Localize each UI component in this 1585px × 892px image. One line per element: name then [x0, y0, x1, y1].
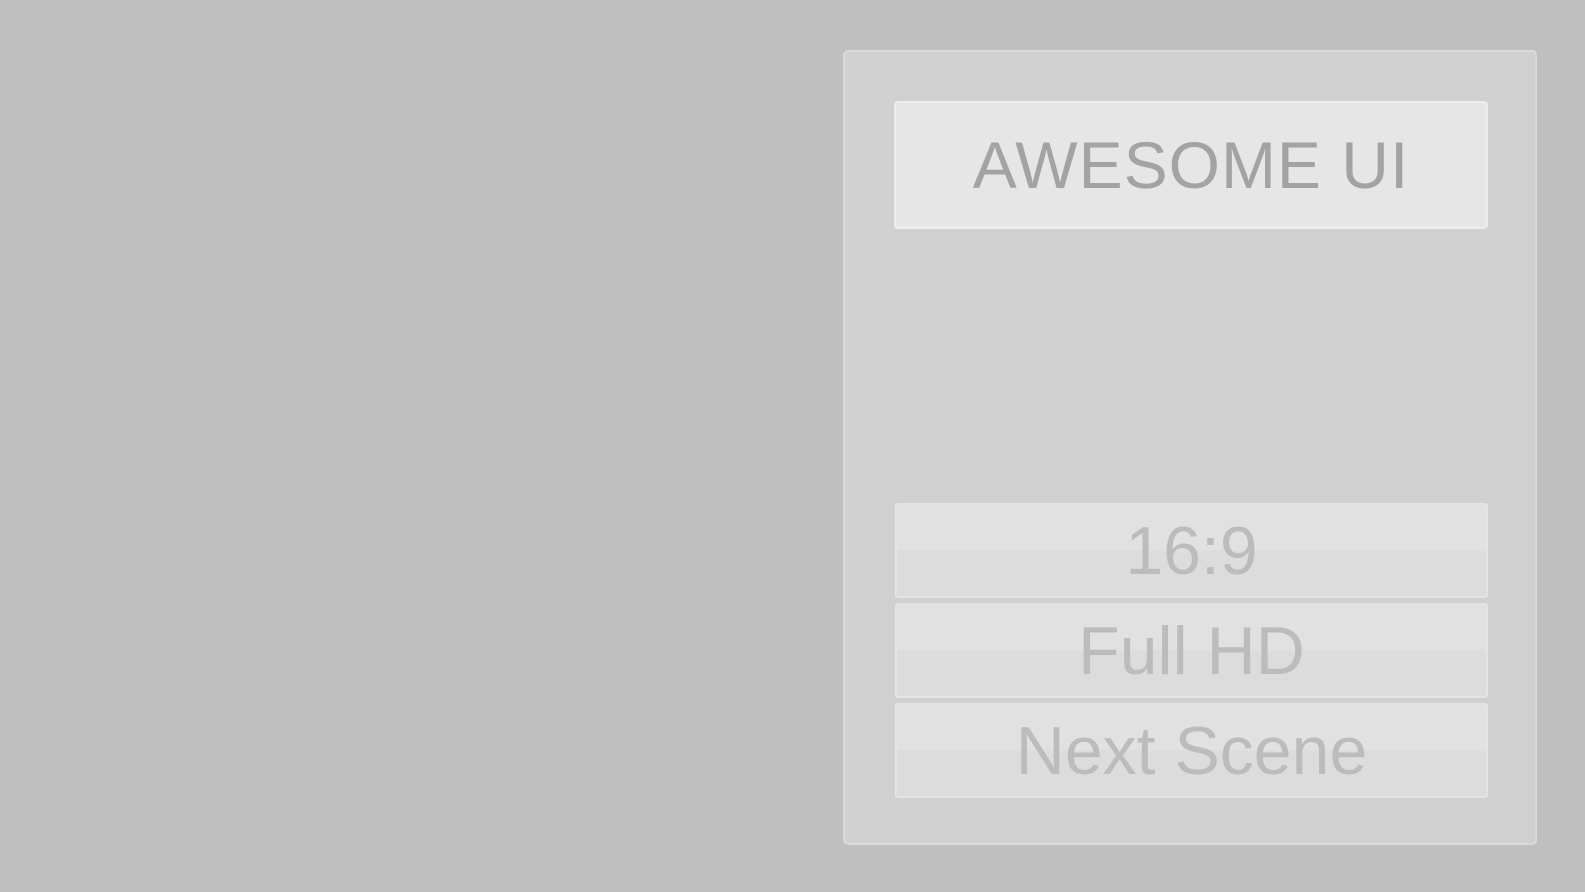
next-scene-button[interactable]: Next Scene	[895, 703, 1488, 798]
main-panel: AWESOME UI 16:9 Full HD Next Scene	[843, 50, 1537, 845]
aspect-16-9-button-label: 16:9	[1125, 512, 1258, 589]
next-scene-button-label: Next Scene	[1015, 712, 1368, 789]
title-box: AWESOME UI	[894, 101, 1488, 229]
page-title: AWESOME UI	[972, 128, 1410, 202]
full-hd-button-label: Full HD	[1078, 612, 1305, 689]
aspect-16-9-button[interactable]: 16:9	[895, 503, 1488, 598]
full-hd-button[interactable]: Full HD	[895, 603, 1488, 698]
